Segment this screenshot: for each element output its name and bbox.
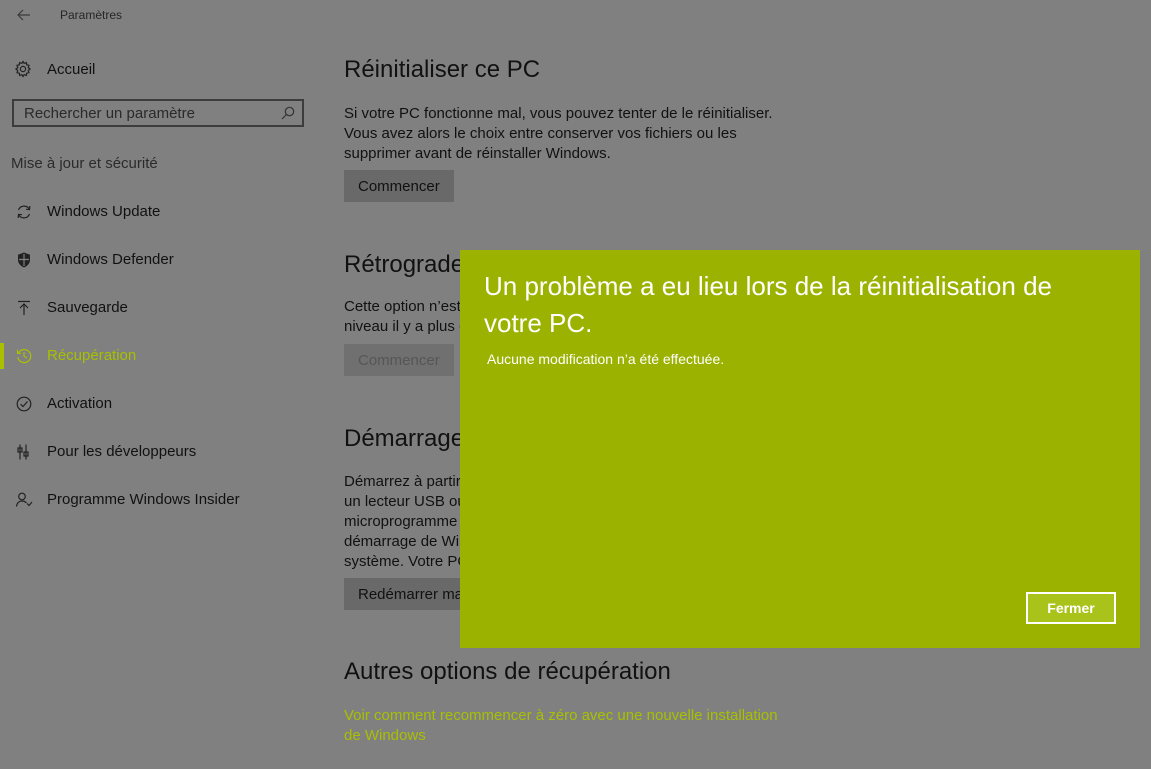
insider-person-icon xyxy=(15,492,33,507)
developer-tools-icon xyxy=(17,444,29,460)
gear-icon xyxy=(14,60,32,78)
sidebar-item-label: Pour les développeurs xyxy=(47,443,197,460)
fresh-start-link[interactable]: Voir comment recommencer à zéro avec une… xyxy=(344,706,784,746)
rollback-start-button[interactable]: Commencer xyxy=(344,344,454,376)
check-circle-icon xyxy=(16,396,32,412)
advanced-startup-title: Démarrage xyxy=(344,425,465,452)
back-button[interactable] xyxy=(14,4,36,26)
shield-icon xyxy=(18,252,30,268)
title-bar: Paramètres xyxy=(0,0,1151,30)
dialog-message: Aucune modification n’a été effectuée. xyxy=(487,351,725,367)
search-input[interactable] xyxy=(14,101,279,125)
back-arrow-icon xyxy=(17,9,30,21)
sidebar-item-windows-insider[interactable]: Programme Windows Insider xyxy=(0,482,320,518)
sidebar-item-label: Accueil xyxy=(47,60,96,78)
more-recovery-options-title: Autres options de récupération xyxy=(344,658,671,685)
sidebar-item-label: Programme Windows Insider xyxy=(47,491,240,508)
reset-pc-title: Réinitialiser ce PC xyxy=(344,56,541,83)
sidebar-item-backup[interactable]: Sauvegarde xyxy=(0,290,320,326)
sidebar-section-heading: Mise à jour et sécurité xyxy=(11,155,158,172)
sidebar-item-windows-update[interactable]: Windows Update xyxy=(0,194,320,230)
restart-now-button[interactable]: Redémarrer ma xyxy=(344,578,478,610)
close-button[interactable]: Fermer xyxy=(1026,592,1116,624)
reset-error-dialog: Un problème a eu lieu lors de la réiniti… xyxy=(460,250,1140,648)
upload-icon xyxy=(18,300,30,315)
search-box[interactable] xyxy=(12,99,304,127)
dialog-title: Un problème a eu lieu lors de la réiniti… xyxy=(484,271,1052,338)
sidebar-item-home[interactable]: Accueil xyxy=(14,56,314,82)
sidebar-item-recovery[interactable]: Récupération xyxy=(0,338,320,374)
sidebar-item-label: Windows Update xyxy=(47,203,161,220)
window-title: Paramètres xyxy=(60,8,123,22)
reset-pc-description: Si votre PC fonctionne mal, vous pouvez … xyxy=(344,105,773,162)
sidebar-item-label: Récupération xyxy=(47,347,137,364)
reset-start-button[interactable]: Commencer xyxy=(344,170,454,202)
rollback-title: Rétrograde xyxy=(344,251,465,278)
sidebar-item-label: Sauvegarde xyxy=(47,299,128,316)
sync-icon xyxy=(17,205,31,219)
sidebar-item-label: Activation xyxy=(47,395,113,412)
history-icon xyxy=(16,349,32,364)
sidebar-item-developers[interactable]: Pour les développeurs xyxy=(0,434,320,470)
sidebar-item-activation[interactable]: Activation xyxy=(0,386,320,422)
search-icon[interactable] xyxy=(280,105,296,121)
active-indicator xyxy=(0,343,4,369)
sidebar-item-label: Windows Defender xyxy=(47,251,174,268)
sidebar-item-windows-defender[interactable]: Windows Defender xyxy=(0,242,320,278)
